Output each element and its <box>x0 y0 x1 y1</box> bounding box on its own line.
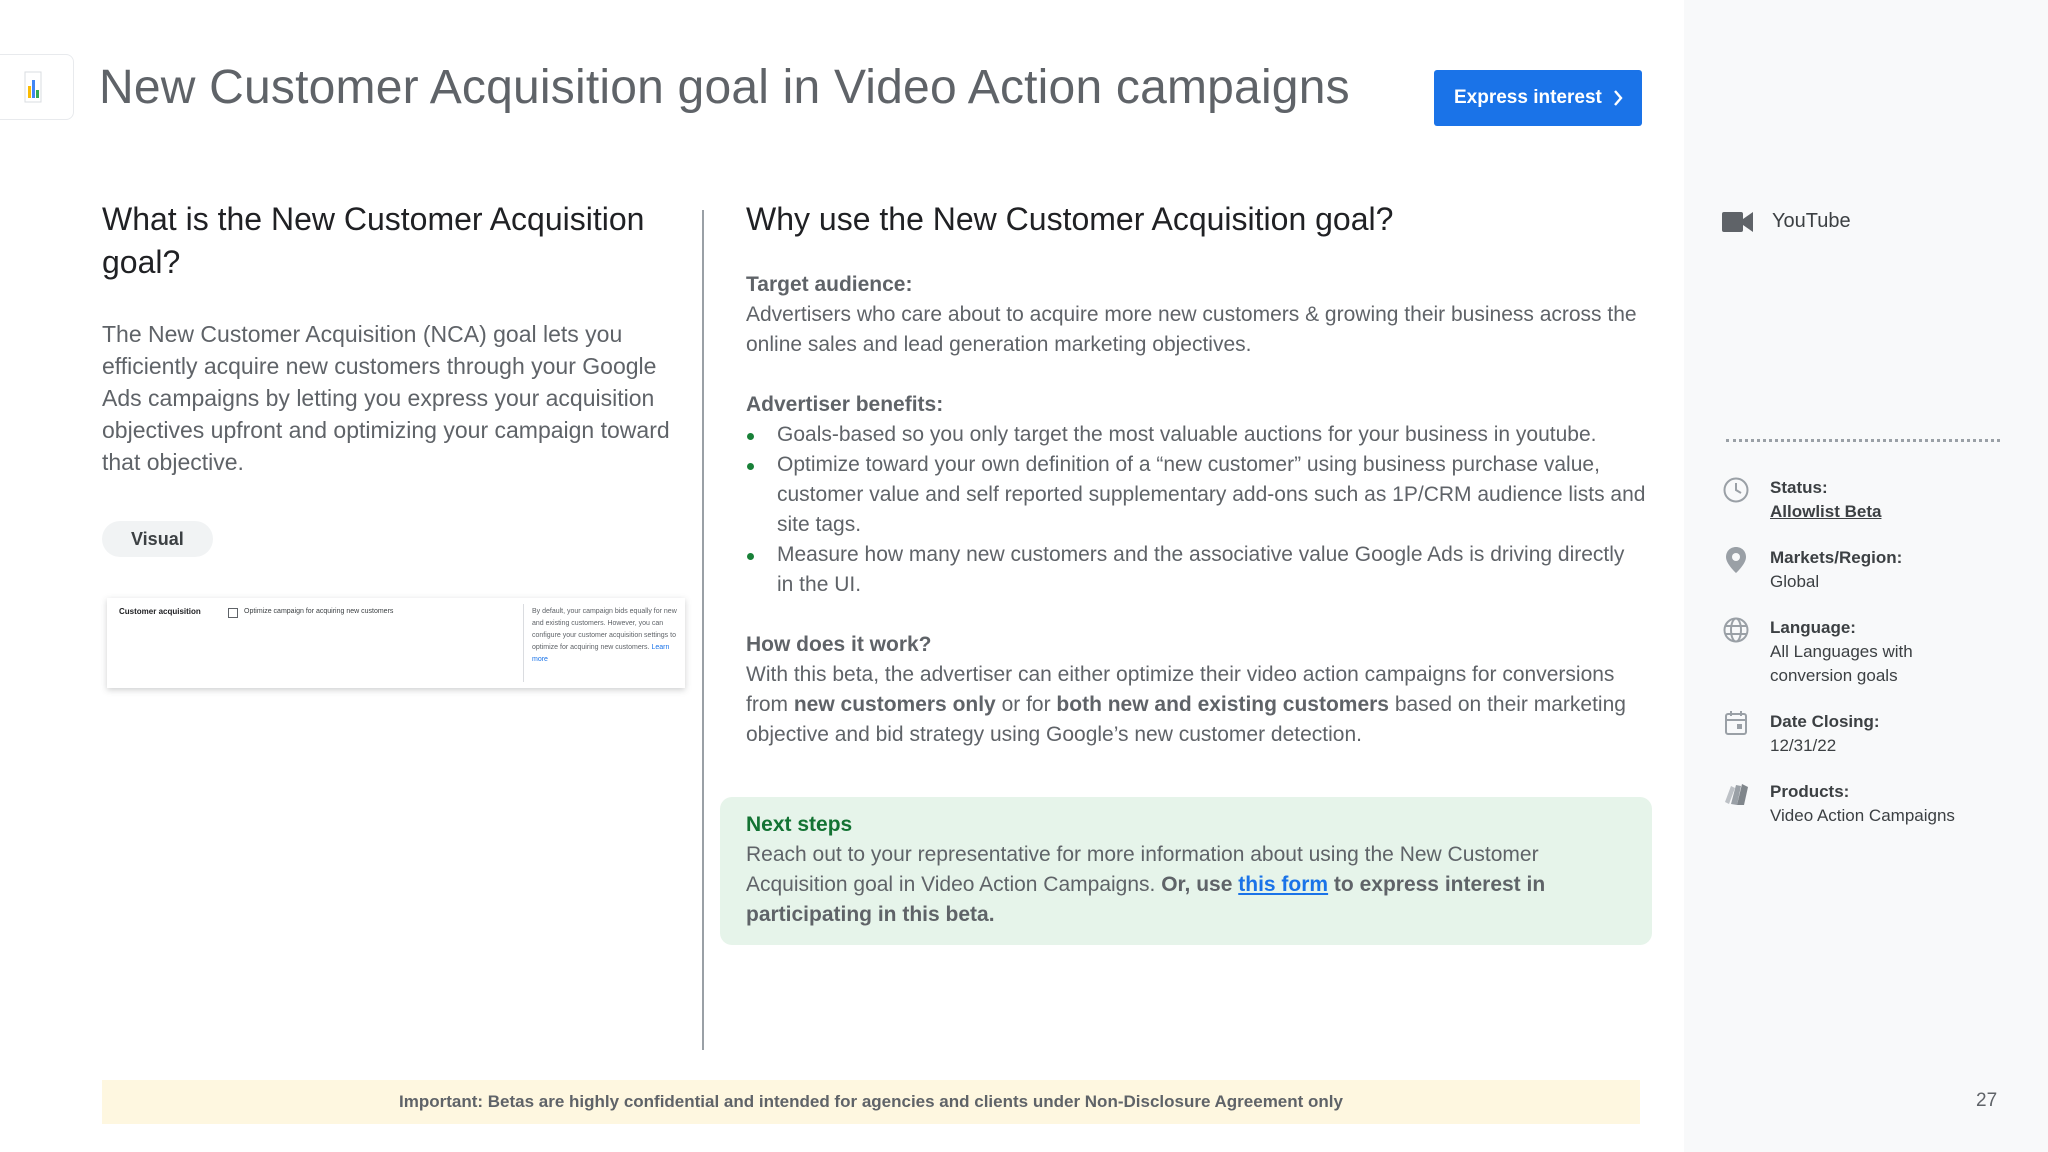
info-products: Products: Video Action Campaigns <box>1722 780 1955 828</box>
visual-pill: Visual <box>102 521 213 557</box>
benefits-section: Advertiser benefits: Goals-based so you … <box>746 390 1646 600</box>
visual-screenshot-card: Customer acquisition Optimize campaign f… <box>107 598 685 688</box>
visual-help-text: By default, your campaign bids equally f… <box>532 606 677 666</box>
list-item: Goals-based so you only target the most … <box>746 420 1646 450</box>
how-it-works-title: How does it work? <box>746 633 932 656</box>
location-pin-icon <box>1726 547 1746 573</box>
confidentiality-notice: Important: Betas are highly confidential… <box>102 1080 1640 1124</box>
date-value: 12/31/22 <box>1770 736 1837 755</box>
target-audience-text: Advertisers who care about to acquire mo… <box>746 303 1637 356</box>
clock-icon <box>1723 477 1749 503</box>
next-steps-box: Next steps Reach out to your representat… <box>720 797 1652 945</box>
date-label: Date Closing: <box>1770 712 1880 731</box>
logo-card <box>0 54 74 120</box>
markets-label: Markets/Region: <box>1770 548 1903 567</box>
info-status: Status: Allowlist Beta <box>1722 476 1881 524</box>
info-date: Date Closing: 12/31/22 <box>1722 710 1880 758</box>
left-heading: What is the New Customer Acquisition goa… <box>102 201 645 280</box>
next-steps-bold-1: Or, use <box>1161 873 1239 896</box>
express-interest-label: Express interest <box>1454 87 1602 108</box>
how-it-works-section: How does it work? With this beta, the ad… <box>746 630 1646 750</box>
video-camera-icon <box>1722 211 1753 232</box>
products-label: Products: <box>1770 782 1850 801</box>
list-item: Optimize toward your own definition of a… <box>746 450 1646 540</box>
how-bold-2: both new and existing customers <box>1056 693 1389 716</box>
products-icon <box>1725 784 1748 805</box>
chevron-right-icon <box>1614 90 1623 106</box>
page-title: New Customer Acquisition goal in Video A… <box>99 61 1350 114</box>
page-number: 27 <box>1976 1090 1998 1111</box>
sidebar-divider <box>1726 439 2000 442</box>
slide-main: New Customer Acquisition goal in Video A… <box>0 0 1684 1152</box>
markets-value: Global <box>1770 572 1820 591</box>
how-text-2: or for <box>995 693 1057 716</box>
info-markets: Markets/Region: Global <box>1722 546 1902 594</box>
visual-divider <box>523 604 524 682</box>
status-label: Status: <box>1770 478 1828 497</box>
products-value: Video Action Campaigns <box>1770 806 1955 825</box>
visual-checkbox <box>228 608 238 618</box>
status-value-link[interactable]: Allowlist Beta <box>1770 500 1881 524</box>
list-item: Measure how many new customers and the a… <box>746 540 1646 600</box>
benefits-list: Goals-based so you only target the most … <box>746 420 1646 600</box>
how-bold-1: new customers only <box>793 693 996 716</box>
column-divider <box>702 210 704 1050</box>
info-language: Language: All Languages with conversion … <box>1722 616 1940 688</box>
calendar-icon <box>1725 711 1747 735</box>
target-audience-title: Target audience: <box>746 273 913 296</box>
product-logo-icon <box>24 71 42 103</box>
visual-setting-label: Customer acquisition <box>119 607 201 616</box>
channel-row: YouTube <box>1722 210 1851 233</box>
benefits-title: Advertiser benefits: <box>746 393 944 416</box>
right-column: Why use the New Customer Acquisition goa… <box>746 198 1646 750</box>
language-label: Language: <box>1770 618 1856 637</box>
next-steps-title: Next steps <box>746 813 853 836</box>
how-it-works-text: With this beta, the advertiser can eithe… <box>746 660 1646 750</box>
left-column: What is the New Customer Acquisition goa… <box>102 198 682 478</box>
this-form-link[interactable]: this form <box>1238 873 1328 896</box>
visual-option-label: Optimize campaign for acquiring new cust… <box>244 608 394 615</box>
express-interest-button[interactable]: Express interest <box>1434 70 1642 126</box>
globe-icon <box>1723 617 1749 643</box>
language-value: All Languages with conversion goals <box>1770 642 1913 685</box>
target-audience-section: Target audience: Advertisers who care ab… <box>746 270 1646 360</box>
left-paragraph: The New Customer Acquisition (NCA) goal … <box>102 321 670 475</box>
right-heading: Why use the New Customer Acquisition goa… <box>746 201 1394 237</box>
channel-label: YouTube <box>1772 210 1851 232</box>
next-steps-text: Reach out to your representative for mor… <box>746 840 1626 930</box>
